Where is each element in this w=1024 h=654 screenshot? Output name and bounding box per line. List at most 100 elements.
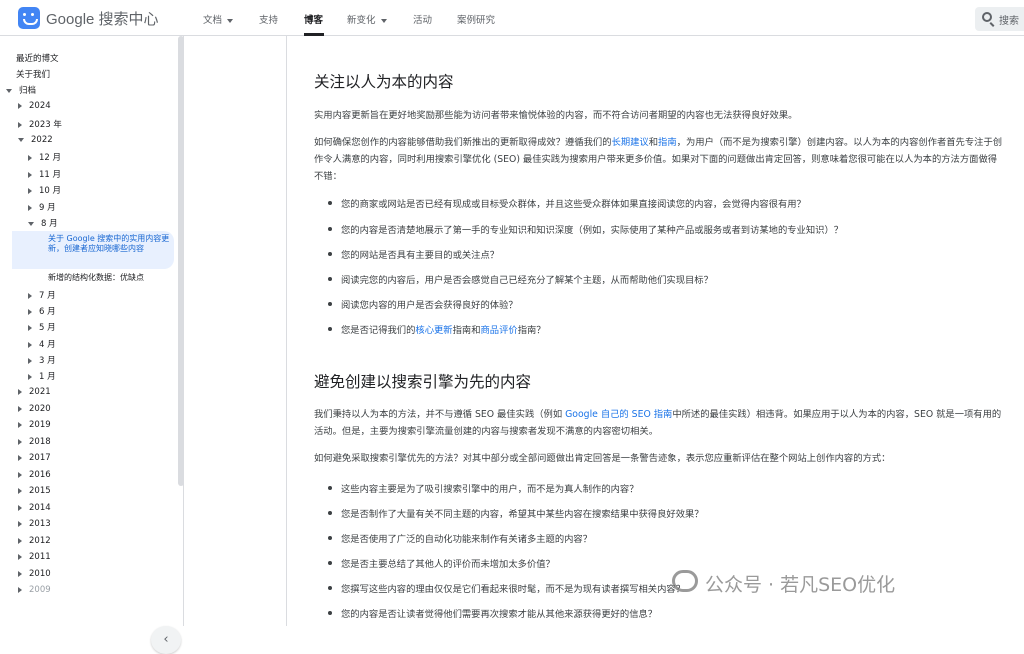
section-heading: 避免创建以搜索引擎为先的内容 [314, 373, 532, 391]
article-content: 关注以人为本的内容 实用内容更新旨在更好地奖励那些能为访问者带来愉悦体验的内容，… [286, 36, 1020, 626]
sidebar-scrollbar[interactable] [178, 36, 184, 486]
chevron-right-icon [28, 171, 32, 178]
sidebar-item-month[interactable]: 9 月 [28, 201, 56, 213]
chevron-right-icon [18, 586, 22, 593]
text: 指南和 [452, 325, 481, 336]
sidebar-item-year[interactable]: 2010 [18, 569, 51, 579]
sidebar-item-year[interactable]: 2013 [18, 519, 51, 529]
sidebar-item-year[interactable]: 2012 [18, 536, 51, 546]
sidebar-item-month[interactable]: 12 月 [28, 151, 61, 163]
tab-support[interactable]: 支持 [259, 12, 278, 26]
sidebar-item-year[interactable]: 2021 [18, 387, 51, 397]
sidebar-item-post[interactable]: 新增的结构化数据：优缺点 [48, 272, 144, 283]
list-item: 阅读完您的内容后，用户是否会感觉自己已经充分了解某个主题，从而帮助他们实现目标？ [328, 272, 713, 286]
sidebar-item-year[interactable]: 2017 [18, 453, 51, 463]
chevron-right-icon [28, 204, 32, 211]
list-item: 您的网站是否具有主要目的或关注点？ [327, 247, 499, 261]
sidebar-item-year[interactable]: 2011 [18, 552, 51, 562]
chevron-right-icon [28, 187, 32, 194]
sidebar-item-year[interactable]: 2024 [18, 101, 51, 111]
sidebar-item-label: 11 月 [39, 170, 62, 180]
sidebar-navigation: 最近的博文 关于我们 归档 2024 2023 年 2022 12 月 11 月… [0, 36, 184, 654]
chevron-right-icon [28, 357, 32, 364]
search-box[interactable]: 搜索 [975, 7, 1024, 31]
sidebar-item-month[interactable]: 7 月 [28, 289, 56, 301]
list-item: 这些内容主要是为了吸引搜索引擎中的用户，而不是为真人制作的内容？ [328, 481, 639, 495]
sidebar-item-label: 5 月 [39, 323, 56, 333]
chevron-right-icon [28, 154, 32, 161]
sidebar-item-label: 2011 [29, 552, 51, 562]
chevron-down-icon [18, 137, 24, 142]
wechat-icon [672, 570, 698, 592]
sidebar-item-year[interactable]: 2018 [18, 437, 51, 447]
sidebar-item-year[interactable]: 2019 [18, 420, 51, 430]
sidebar-item-year[interactable]: 2015 [18, 486, 51, 496]
chevron-right-icon [28, 308, 32, 315]
chevron-right-icon [18, 102, 22, 109]
sidebar-item-month[interactable]: 1 月 [28, 370, 56, 382]
sidebar-item-month[interactable]: 3 月 [28, 354, 56, 366]
sidebar-item-year[interactable]: 2020 [18, 404, 51, 414]
tab-whats-new[interactable]: 新变化 [347, 12, 387, 26]
collapse-sidebar-button[interactable]: ‹ [151, 626, 181, 654]
sidebar-item-about-us[interactable]: 关于我们 [16, 68, 50, 80]
sidebar-item-label: 2009 [29, 585, 51, 595]
google-search-central-logo-icon[interactable] [18, 7, 40, 29]
tab-events[interactable]: 活动 [413, 12, 432, 26]
sidebar-item-label: 2023 年 [29, 120, 62, 130]
tab-case-studies[interactable]: 案例研究 [457, 12, 495, 26]
section-heading: 关注以人为本的内容 [314, 73, 454, 91]
list-item: 您是否使用了广泛的自动化功能来制作有关诸多主题的内容？ [327, 531, 592, 545]
sidebar-item-month[interactable]: 10 月 [28, 184, 61, 196]
list-item: 阅读您内容的用户是否会获得良好的体验？ [328, 297, 518, 311]
product-reviews-link[interactable]: 商品评价 [481, 325, 518, 336]
brand-title[interactable]: Google 搜索中心 [46, 8, 159, 29]
sidebar-item-month[interactable]: 4 月 [28, 338, 56, 350]
sidebar-item-label: 2015 [29, 486, 51, 496]
long-term-advice-link[interactable]: 长期建议 [612, 137, 649, 148]
chevron-down-icon [380, 18, 387, 23]
chevron-right-icon [18, 438, 22, 445]
chevron-right-icon [18, 487, 22, 494]
chevron-right-icon [28, 373, 32, 380]
sidebar-item-year[interactable]: 2023 年 [18, 118, 62, 130]
sidebar-item-year[interactable]: 2009 [18, 585, 51, 595]
sidebar-item-label: 4 月 [39, 340, 56, 350]
chevron-right-icon [18, 471, 22, 478]
tab-docs[interactable]: 文档 [203, 12, 234, 26]
sidebar-item-year-expanded[interactable]: 2022 [18, 135, 53, 145]
guidelines-link[interactable]: 指南 [658, 137, 677, 148]
list-item: 您是否主要总结了其他人的评价而未增加太多价值？ [328, 556, 555, 570]
sidebar-item-label: 2010 [29, 569, 51, 579]
sidebar-item-recent-posts[interactable]: 最近的博文 [16, 52, 59, 64]
sidebar-item-month[interactable]: 11 月 [28, 168, 61, 180]
chevron-right-icon [18, 388, 22, 395]
sidebar-item-label: 归档 [19, 86, 37, 96]
sidebar-item-year[interactable]: 2016 [18, 470, 51, 480]
chevron-right-icon [18, 121, 22, 128]
search-placeholder: 搜索 [999, 16, 1019, 27]
sidebar-item-label: 10 月 [39, 186, 62, 196]
list-item: 您撰写这些内容的理由仅仅是它们看起来很时髦，而不是为现有读者撰写相关内容？ [328, 581, 685, 595]
tab-blog[interactable]: 博客 [304, 12, 323, 26]
chevron-right-icon [18, 405, 22, 412]
sidebar-item-year[interactable]: 2014 [18, 503, 51, 513]
chevron-right-icon [18, 454, 22, 461]
sidebar-item-archive[interactable]: 归档 [6, 84, 36, 96]
tab-whats-new-label: 新变化 [347, 15, 376, 26]
sidebar-item-label: 2017 [29, 453, 51, 463]
sidebar-item-month[interactable]: 5 月 [28, 321, 56, 333]
chevron-down-icon [6, 88, 12, 93]
sidebar-item-month-expanded[interactable]: 8 月 [28, 217, 58, 229]
sidebar-item-label: 2021 [29, 387, 51, 397]
chevron-right-icon [18, 504, 22, 511]
seo-guide-link[interactable]: Google 自己的 SEO 指南 [565, 409, 672, 420]
paragraph: 我们秉持以人为本的方法，并不与遵循 SEO 最佳实践（例如 Google 自己的… [314, 406, 1004, 440]
paragraph: 如何避免采取搜索引擎优先的方法？对其中部分或全部问题做出肯定回答是一条警告迹象，… [314, 453, 891, 464]
sidebar-item-label: 2012 [29, 536, 51, 546]
sidebar-item-month[interactable]: 6 月 [28, 305, 56, 317]
core-updates-link[interactable]: 核心更新 [415, 325, 452, 336]
list-item: 您的内容是否清楚地展示了第一手的专业知识和知识深度（例如，实际使用了某种产品或服… [327, 222, 843, 236]
list-item: 您的内容是否让读者觉得他们需要再次搜索才能从其他来源获得更好的信息？ [327, 606, 657, 620]
chevron-right-icon [18, 537, 22, 544]
